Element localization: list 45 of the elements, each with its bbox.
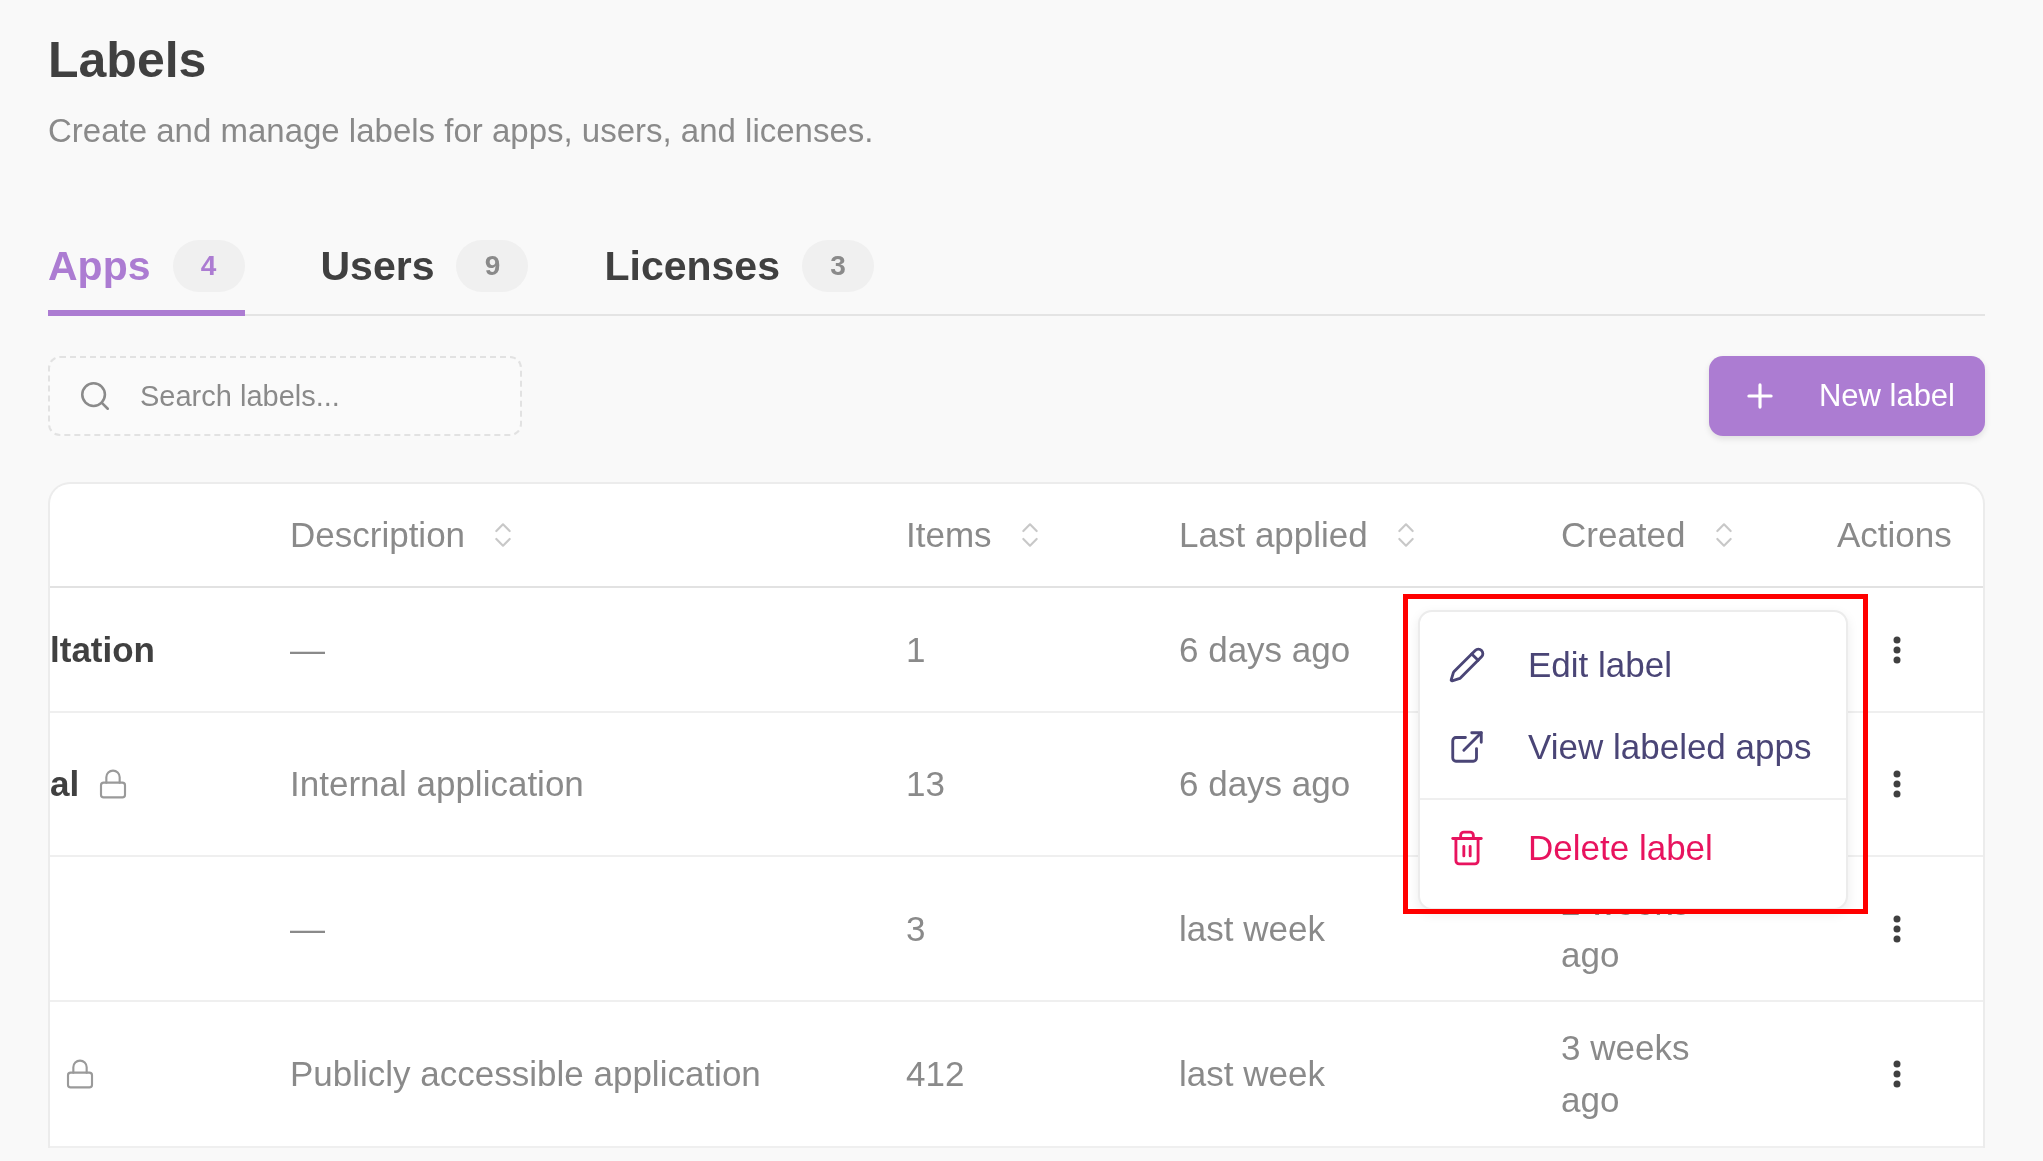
count-badge: 4 bbox=[172, 240, 245, 292]
page-title: Labels bbox=[48, 31, 208, 90]
table-cell-text: 3 bbox=[906, 907, 926, 950]
page-subtitle: Create and manage labels for apps, users, and licenses. bbox=[48, 111, 875, 151]
external-link-icon bbox=[1448, 728, 1486, 766]
tab[interactable]: Licenses 3 bbox=[604, 240, 874, 316]
more-icon bbox=[1893, 914, 1901, 943]
column-header: Actions bbox=[1837, 515, 1952, 555]
column-header: Description bbox=[290, 515, 466, 555]
menu-item[interactable]: View labeled apps bbox=[1420, 706, 1846, 788]
more-button[interactable] bbox=[1893, 1060, 1901, 1088]
label-name: ltation bbox=[50, 629, 155, 670]
tab-label: Apps bbox=[48, 242, 151, 290]
more-icon bbox=[1893, 1060, 1901, 1088]
table-cell-text: — bbox=[290, 628, 325, 671]
column-header: Items bbox=[906, 515, 992, 555]
table-cell-text: last week bbox=[1179, 907, 1325, 950]
menu-item[interactable]: Edit label bbox=[1420, 624, 1846, 706]
table-cell-text: last week bbox=[1179, 1053, 1325, 1095]
table-cell-text: 6 days ago bbox=[1179, 763, 1351, 805]
table-cell-text: — bbox=[290, 907, 325, 950]
tab-label: Users bbox=[320, 242, 435, 290]
label-name: al bbox=[50, 764, 80, 804]
table-cell-text: 412 bbox=[906, 1053, 965, 1095]
more-button[interactable] bbox=[1893, 635, 1901, 664]
count-badge: 3 bbox=[802, 240, 874, 292]
search-icon bbox=[78, 379, 112, 413]
count-badge: 9 bbox=[456, 240, 529, 292]
tab-label: Licenses bbox=[604, 242, 780, 290]
column-header: Last applied bbox=[1179, 515, 1368, 555]
table-cell-text: 3 weeks ago bbox=[1561, 1027, 1691, 1121]
more-button[interactable] bbox=[1893, 914, 1901, 943]
column-header: Created bbox=[1561, 515, 1686, 555]
more-icon bbox=[1893, 635, 1901, 664]
search-field[interactable]: Search labels... bbox=[48, 356, 522, 436]
table-cell-text: Internal application bbox=[290, 763, 584, 805]
more-icon bbox=[1893, 770, 1901, 798]
trash-icon bbox=[1448, 829, 1486, 867]
table-cell-text: 1 bbox=[906, 628, 926, 671]
table-cell-text: Publicly accessible application bbox=[290, 1053, 761, 1095]
pencil-icon bbox=[1448, 646, 1486, 684]
table-cell-text: 6 days ago bbox=[1179, 628, 1351, 671]
more-button[interactable] bbox=[1893, 770, 1901, 798]
tab[interactable]: Users 9 bbox=[320, 240, 529, 316]
table-cell-text: 13 bbox=[906, 763, 945, 805]
